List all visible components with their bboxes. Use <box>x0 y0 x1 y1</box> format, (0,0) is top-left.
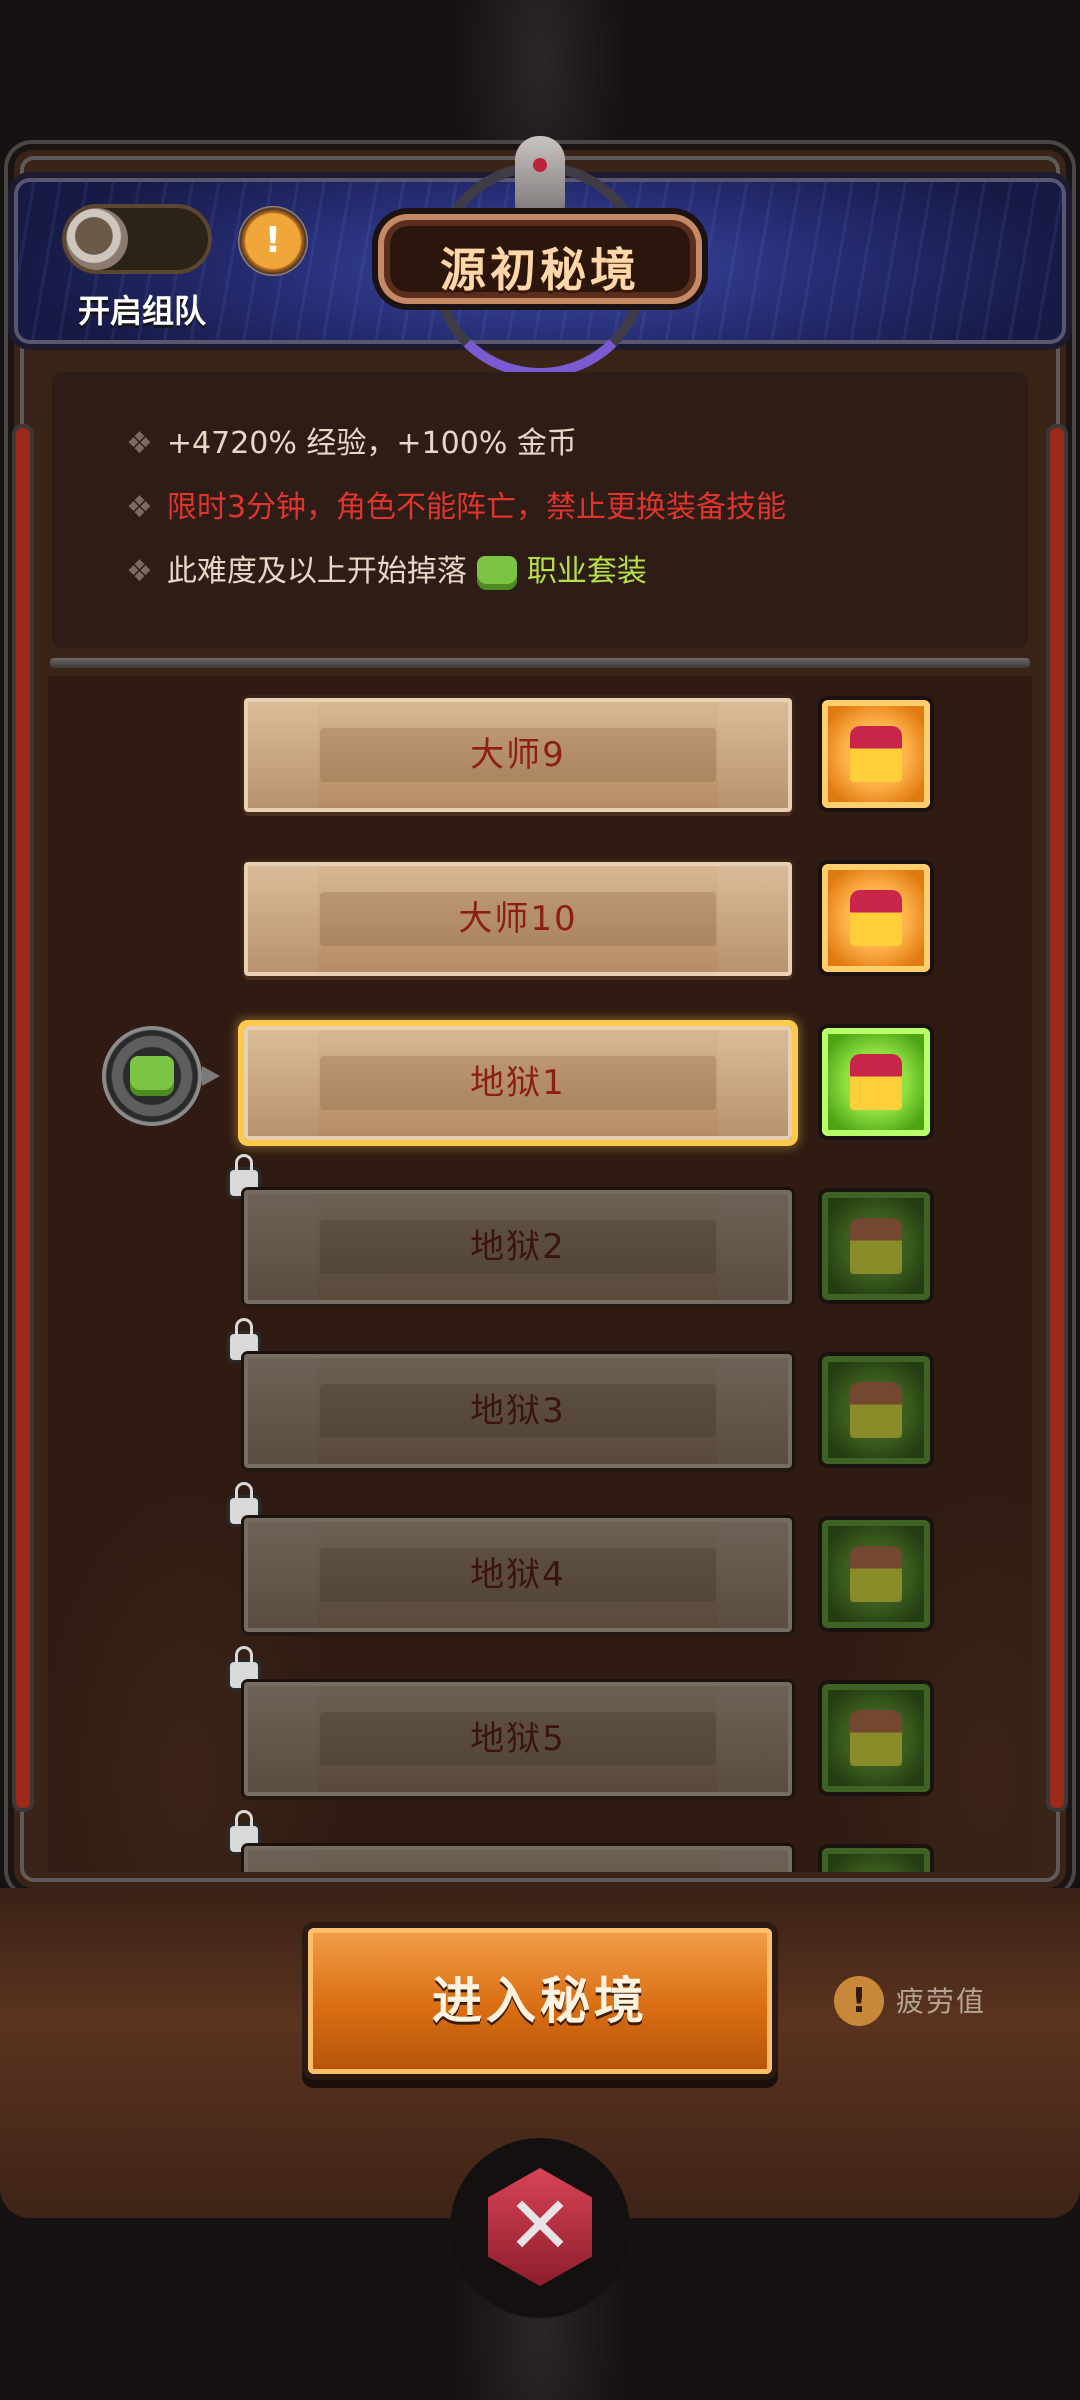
bullet-icon: ❖ <box>126 426 153 461</box>
level-label: 地狱2 <box>470 1227 566 1267</box>
chest-icon <box>850 1218 902 1274</box>
info-line-drops: ❖ 此难度及以上开始掉落 职业套装 <box>126 546 647 590</box>
level-button[interactable]: 大师10 <box>244 862 792 976</box>
bullet-icon: ❖ <box>126 490 153 525</box>
chest-icon <box>850 1382 902 1438</box>
crossed-swords-icon: ✕ <box>506 2179 574 2272</box>
level-row: 地狱2 <box>48 1154 1032 1310</box>
chest-icon <box>850 890 902 946</box>
reward-chest[interactable] <box>822 700 930 808</box>
chest-icon <box>850 1054 902 1110</box>
level-row: 大师9 <box>48 698 1032 818</box>
level-label: 大师10 <box>458 899 578 939</box>
fatigue-info-icon[interactable]: ! <box>834 1976 884 2026</box>
level-row: 大师10 <box>48 862 1032 982</box>
level-label: 地狱5 <box>470 1719 566 1759</box>
team-toggle-label: 开启组队 <box>77 292 206 330</box>
reward-chest[interactable] <box>822 1028 930 1136</box>
level-button-locked[interactable]: 地狱2 <box>244 1190 792 1304</box>
level-button-locked[interactable] <box>244 1846 792 1872</box>
info-line-rules: ❖ 限时3分钟，角色不能阵亡，禁止更换装备技能 <box>126 482 786 526</box>
class-set-icon <box>476 555 517 590</box>
level-button-locked[interactable]: 地狱4 <box>244 1518 792 1632</box>
info-text-set: 职业套装 <box>526 554 647 589</box>
level-button-selected[interactable]: 地狱1 <box>244 1026 792 1140</box>
info-button[interactable]: ! <box>238 206 308 276</box>
reward-chest[interactable] <box>822 1848 930 1872</box>
crossed-swords-emblem[interactable]: ✕ <box>450 2138 630 2318</box>
chest-icon <box>850 1546 902 1602</box>
info-text-rules: 限时3分钟，角色不能阵亡，禁止更换装备技能 <box>166 490 786 525</box>
level-row: 地狱4 <box>48 1482 1032 1638</box>
level-button-locked[interactable]: 地狱3 <box>244 1354 792 1468</box>
reward-chest[interactable] <box>822 1684 930 1792</box>
level-label: 地狱3 <box>470 1391 566 1431</box>
chest-icon <box>850 1710 902 1766</box>
enter-realm-label: 进入秘境 <box>432 1972 648 2030</box>
bullet-icon: ❖ <box>126 554 153 589</box>
skull-icon <box>515 136 565 218</box>
level-button-locked[interactable]: 地狱5 <box>244 1682 792 1796</box>
divider <box>50 658 1030 668</box>
right-side-bar <box>1050 428 1064 1808</box>
current-level-marker <box>102 1026 220 1126</box>
team-toggle[interactable] <box>62 204 212 274</box>
left-side-bar <box>16 428 30 1808</box>
info-line-exp: ❖ +4720% 经验，+100% 金币 <box>126 418 577 462</box>
reward-chest[interactable] <box>822 1192 930 1300</box>
reward-chest[interactable] <box>822 1520 930 1628</box>
chest-icon <box>850 726 902 782</box>
difficulty-list[interactable]: 大师9 大师10 地狱1 地狱2 地狱3 地狱4 地狱5 <box>48 676 1032 1872</box>
level-row-partial <box>48 1810 1032 1872</box>
enter-realm-button[interactable]: 进入秘境 <box>308 1928 772 2074</box>
level-row: 地狱1 <box>48 1026 1032 1146</box>
level-row: 地狱3 <box>48 1318 1032 1474</box>
info-text-exp: +4720% 经验，+100% 金币 <box>166 426 577 461</box>
level-row: 地狱5 <box>48 1646 1032 1802</box>
info-text-drops: 此难度及以上开始掉落 <box>166 554 467 589</box>
page-title: 源初秘境 <box>440 243 640 297</box>
toggle-knob <box>66 208 128 270</box>
class-set-icon <box>130 1056 174 1096</box>
level-label: 大师9 <box>470 735 566 775</box>
fatigue-label[interactable]: 疲劳值 <box>896 1980 986 2020</box>
reward-chest[interactable] <box>822 864 930 972</box>
level-label: 地狱4 <box>470 1555 566 1595</box>
reward-chest[interactable] <box>822 1356 930 1464</box>
level-label: 地狱1 <box>470 1063 566 1103</box>
level-button[interactable]: 大师9 <box>244 698 792 812</box>
